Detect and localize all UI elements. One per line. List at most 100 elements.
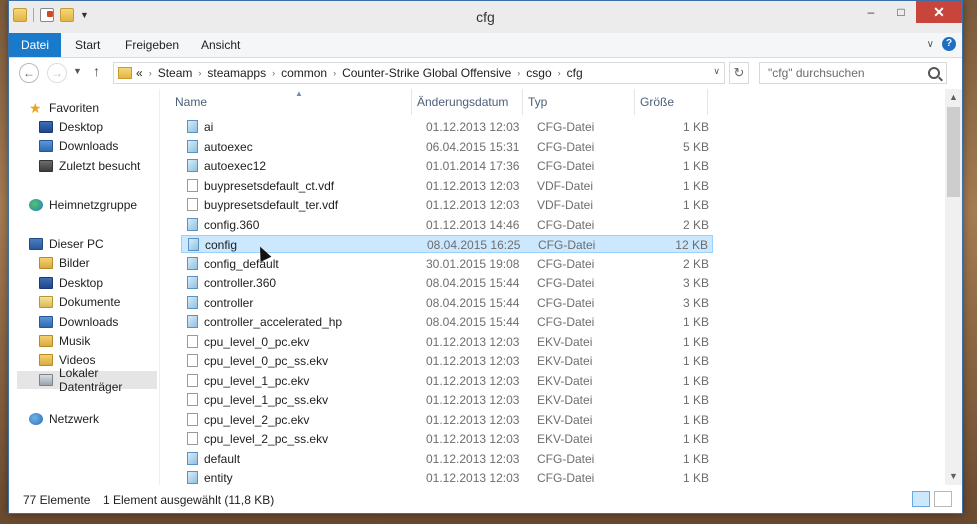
column-divider[interactable] [634,89,635,115]
file-row[interactable]: controller 08.04.2015 15:44 CFG-Datei 3 KB [181,294,713,312]
tree-pc-desktop[interactable]: Desktop [39,274,103,292]
address-bar[interactable]: «› Steam › steamapps › common › Counter-Str… [113,62,725,84]
column-divider[interactable] [522,89,523,115]
tree-favorites-desktop[interactable]: Desktop [39,118,103,136]
tree-network[interactable]: Netzwerk [29,410,99,428]
close-button[interactable]: ✕ [916,1,962,23]
breadcrumb-steamapps[interactable]: steamapps › [207,66,281,80]
file-size: 1 KB [682,354,709,368]
refresh-button[interactable]: ↻ [729,62,749,84]
breadcrumb-overflow[interactable]: «› [136,66,158,80]
file-name: buypresetsdefault_ct.vdf [204,178,335,193]
breadcrumb-cfg[interactable]: cfg [567,66,583,80]
up-arrow-icon[interactable]: ↑ [93,63,100,79]
tree-pc-dokumente[interactable]: Dokumente [39,293,120,311]
help-icon[interactable]: ? [942,37,956,51]
expand-ribbon-chevron-icon[interactable]: ∨ [927,39,934,50]
config-file-icon [187,217,198,231]
tree-this-pc[interactable]: Dieser PC [29,235,104,253]
vertical-scrollbar[interactable]: ▲ ▼ [945,89,962,485]
file-name: autoexec12 [204,159,267,173]
tree-label: Desktop [59,120,104,134]
tree-pc-local-disk[interactable]: Lokaler Datenträger [17,366,157,394]
file-size: 1 KB [682,471,709,485]
file-row[interactable]: buypresetsdefault_ct.vdf 01.12.2013 12:03… [181,177,713,195]
file-row[interactable]: cpu_level_0_pc.ekv 01.12.2013 12:03 EKV-Da… [181,333,713,351]
breadcrumb-steam[interactable]: Steam › [158,66,208,80]
file-row[interactable]: controller.360 08.04.2015 15:44 CFG-Datei 3… [181,274,713,292]
column-header-name[interactable]: Name [175,89,207,115]
search-icon[interactable] [928,67,940,79]
ribbon-controls: ∨ ? [927,37,956,51]
downloads-icon [39,316,53,328]
maximize-button[interactable]: □ [886,1,916,23]
file-row[interactable]: ai 01.12.2013 12:03 CFG-Datei 1 KB [181,118,713,136]
tree-pc-downloads[interactable]: Downloads [39,313,118,331]
file-row[interactable]: cpu_level_2_pc_ss.ekv 01.12.2013 12:03 EKV… [181,430,713,448]
tab-datei[interactable]: Datei [9,33,61,57]
tree-pc-bilder[interactable]: Bilder [39,254,90,272]
search-placeholder: "cfg" durchsuchen [768,66,865,80]
file-date: 30.01.2015 19:08 [426,256,520,271]
tab-ansicht[interactable]: Ansicht [201,33,240,57]
tree-label: Lokaler Datenträger [59,366,123,394]
file-date: 01.01.2014 17:36 [426,159,520,173]
forward-button[interactable]: → [47,63,67,83]
breadcrumb-csgo-root[interactable]: Counter-Strike Global Offensive › [342,66,526,80]
column-divider[interactable] [707,89,708,115]
tree-favorites-recent[interactable]: Zuletzt besucht [39,157,140,175]
file-name: config [205,238,238,252]
file-row[interactable]: autoexec12 01.01.2014 17:36 CFG-Datei 1 KB [181,157,713,175]
column-header-size[interactable]: Größe [640,89,674,115]
scrollbar-thumb[interactable] [947,107,960,197]
breadcrumb-common[interactable]: common › [281,66,342,80]
tab-freigeben[interactable]: Freigeben [125,33,179,57]
breadcrumb-csgo[interactable]: csgo › [526,66,566,80]
scroll-up-arrow-icon[interactable]: ▲ [945,89,962,106]
file-row[interactable]: controller_accelerated_hp 08.04.2015 15:4… [181,313,713,331]
file-date: 01.12.2013 12:03 [426,432,520,446]
file-name: config.360 [204,217,260,232]
file-size: 1 KB [682,373,709,388]
status-bar: 77 Elemente 1 Element ausgewählt (11,8 K… [9,488,962,512]
file-row[interactable]: cpu_level_1_pc_ss.ekv 01.12.2013 12:03 EKV… [181,391,713,409]
sort-ascending-icon: ▲ [295,89,303,98]
star-icon: ★ [29,100,42,116]
config-file-icon [187,471,198,484]
generic-file-icon [187,334,198,348]
file-size: 3 KB [682,295,709,310]
column-header-date[interactable]: Änderungsdatum [417,89,508,115]
file-type: CFG-Datei [537,295,595,310]
tab-start[interactable]: Start [75,33,100,57]
column-header-type[interactable]: Typ [528,89,547,115]
config-file-icon [187,315,198,328]
details-view-icon[interactable] [912,491,930,507]
file-row[interactable]: config.360 01.12.2013 14:46 CFG-Datei 2 KB [181,216,713,234]
recent-locations-chevron-icon[interactable]: ▼ [73,66,82,76]
file-size: 1 KB [682,178,709,193]
tree-homegroup[interactable]: Heimnetzgruppe [29,196,137,214]
tree-favorites-downloads[interactable]: Downloads [39,137,118,155]
file-row[interactable]: cpu_level_2_pc.ekv 01.12.2013 12:03 EKV-Da… [181,411,713,429]
back-button[interactable]: ← [19,63,39,83]
file-name: controller.360 [204,276,277,290]
minimize-button[interactable]: – [856,1,886,23]
file-type: VDF-Datei [537,178,594,193]
tree-favorites[interactable]: ★ Favoriten [29,99,99,117]
file-row[interactable]: cpu_level_1_pc.ekv 01.12.2013 12:03 EKV-Da… [181,372,713,390]
address-dropdown-chevron-icon[interactable]: ∨ [713,66,720,77]
file-row[interactable]: entity 01.12.2013 12:03 CFG-Datei 1 KB [181,469,713,485]
search-input[interactable]: "cfg" durchsuchen [759,62,947,84]
file-row[interactable]: autoexec 06.04.2015 15:31 CFG-Datei 5 KB [181,138,713,156]
file-date: 06.04.2015 15:31 [426,139,520,154]
file-row[interactable]: buypresetsdefault_ter.vdf 01.12.2013 12:0… [181,196,713,214]
file-size: 1 KB [682,393,709,407]
tree-pc-musik[interactable]: Musik [39,332,90,350]
column-divider[interactable] [411,89,412,115]
large-icons-view-icon[interactable] [934,491,952,507]
file-size: 1 KB [682,159,709,173]
file-row[interactable]: default 01.12.2013 12:03 CFG-Datei 1 KB [181,450,713,468]
file-row[interactable]: cpu_level_0_pc_ss.ekv 01.12.2013 12:03 EKV… [181,352,713,370]
tree-label: Netzwerk [49,412,100,426]
scroll-down-arrow-icon[interactable]: ▼ [945,468,962,485]
